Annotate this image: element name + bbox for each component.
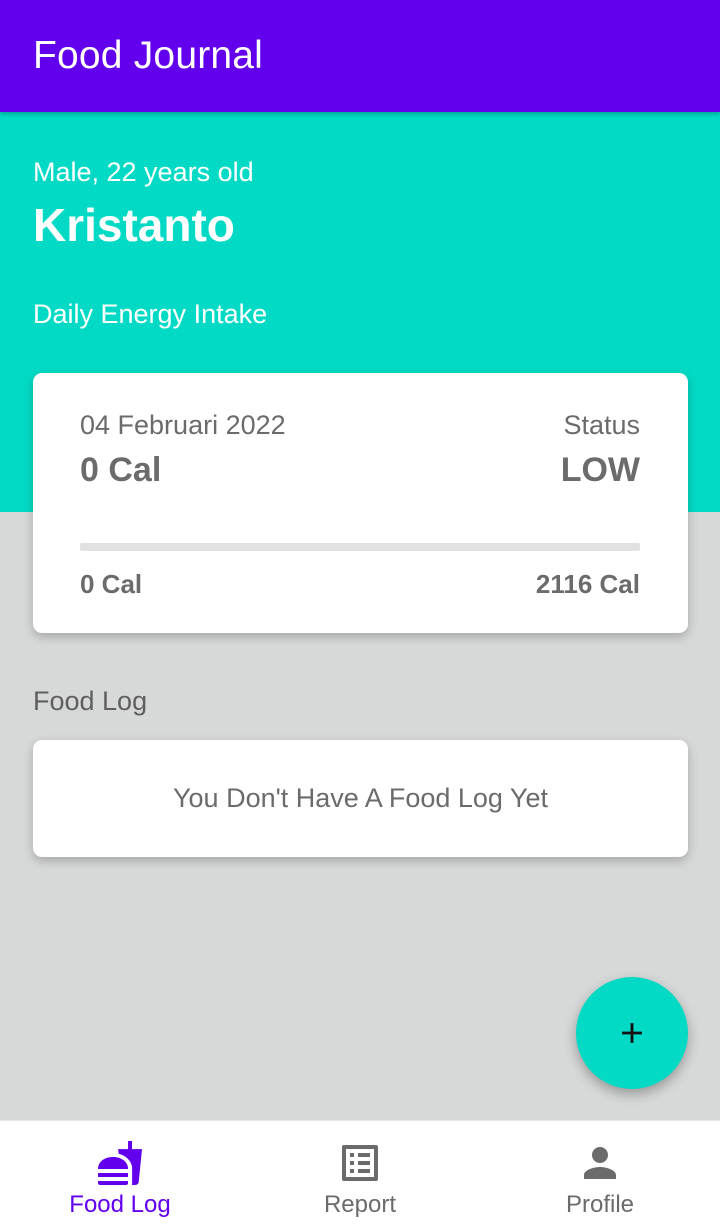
- app-title: Food Journal: [33, 34, 264, 77]
- food-log-section-label: Food Log: [33, 686, 148, 716]
- status-value: LOW: [560, 451, 640, 489]
- app-root: Food Journal Male, 22 years old Kristant…: [0, 0, 720, 1232]
- energy-progress-bar: [80, 543, 640, 551]
- energy-date: 04 Februari 2022: [80, 410, 286, 440]
- energy-calories: 0 Cal: [80, 451, 162, 489]
- energy-range-min: 0 Cal: [80, 569, 143, 599]
- nav-label-report: Report: [323, 1191, 397, 1218]
- fastfood-icon: [98, 1141, 142, 1185]
- nav-item-report[interactable]: Report: [240, 1121, 480, 1232]
- status-label: Status: [563, 410, 640, 440]
- bottom-navigation: Food Log Report Profile: [0, 1120, 720, 1232]
- nav-item-profile[interactable]: Profile: [480, 1121, 720, 1232]
- energy-range-max: 2116 Cal: [535, 569, 640, 599]
- add-food-log-button[interactable]: [576, 977, 688, 1089]
- app-bar: Food Journal: [0, 0, 720, 112]
- energy-section-label: Daily Energy Intake: [33, 299, 268, 329]
- nav-item-food-log[interactable]: Food Log: [0, 1121, 240, 1232]
- nav-label-food-log: Food Log: [69, 1191, 171, 1218]
- report-list-icon: [342, 1145, 378, 1181]
- food-log-empty-card: You Don't Have A Food Log Yet: [33, 740, 688, 857]
- person-icon: [584, 1147, 616, 1179]
- food-log-empty-message: You Don't Have A Food Log Yet: [173, 783, 548, 813]
- profile-subtitle: Male, 22 years old: [33, 157, 254, 187]
- energy-intake-card: 04 Februari 2022 0 Cal Status LOW 0 Cal …: [33, 373, 688, 633]
- nav-label-profile: Profile: [565, 1191, 635, 1218]
- plus-icon: [622, 1023, 642, 1043]
- profile-name: Kristanto: [33, 199, 235, 251]
